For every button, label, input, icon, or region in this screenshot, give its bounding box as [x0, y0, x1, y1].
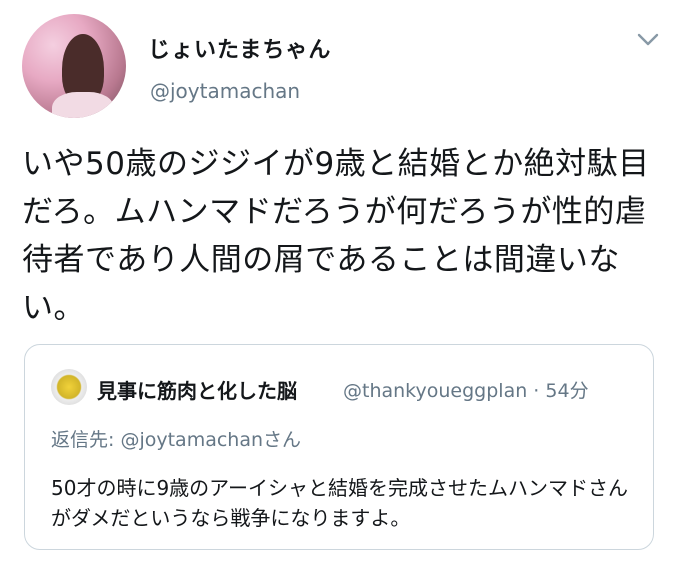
reply-to-handle[interactable]: @joytamachan: [120, 429, 263, 451]
reply-to-line: 返信先: @joytamachanさん: [51, 425, 301, 452]
reply-to-prefix: 返信先:: [51, 429, 121, 451]
quoted-tweet[interactable]: 見事に筋肉と化した脳 @thankyoueggplan · 54分 返信先: @…: [24, 344, 654, 550]
quoted-display-name: 見事に筋肉と化した脳: [97, 379, 297, 403]
quoted-avatar[interactable]: [51, 369, 87, 405]
chevron-down-icon[interactable]: [634, 28, 662, 52]
tweet-text: いや50歳のジジイが9歳と結婚とか絶対駄目だろ。ムハンマドだろうが何だろうが性的…: [22, 146, 650, 326]
display-name[interactable]: じょいたまちゃん: [148, 32, 331, 64]
quoted-handle: @thankyoueggplan: [343, 380, 528, 402]
quoted-separator: ·: [533, 380, 540, 402]
chevron-down-icon-svg: [637, 33, 659, 46]
quoted-text: 50才の時に9歳のアーイシャと結婚を完成させたムハンマドさんがダメだというなら戦…: [51, 476, 628, 530]
user-handle[interactable]: @joytamachan: [150, 79, 300, 103]
quoted-time: 54分: [545, 380, 589, 402]
reply-to-suffix: さん: [263, 429, 302, 451]
avatar-body: [52, 92, 114, 118]
avatar[interactable]: [22, 14, 126, 118]
quoted-meta: @thankyoueggplan · 54分: [343, 376, 589, 403]
